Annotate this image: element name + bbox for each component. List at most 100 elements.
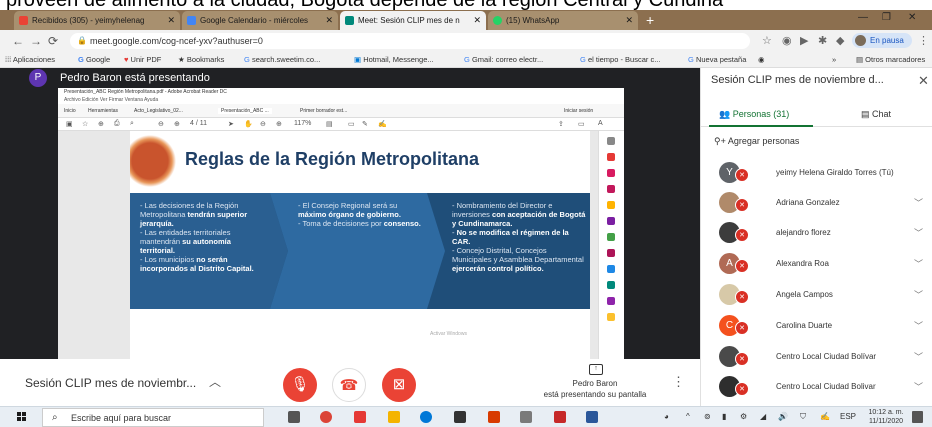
chevron-down-icon[interactable]: ﹀ (914, 319, 923, 332)
bookmark-icon[interactable]: ◉ (758, 55, 765, 64)
menu-icon[interactable]: ⋮ (918, 34, 929, 47)
camera-off-button[interactable]: ⊠ (382, 368, 416, 402)
profile-button[interactable]: En pausa (852, 33, 912, 48)
chrome-icon[interactable] (320, 411, 332, 423)
tab-label: (15) WhatsApp (506, 16, 560, 25)
tray-icon[interactable]: ⛉ (800, 412, 806, 422)
word-icon[interactable] (586, 411, 598, 423)
tab-chat[interactable]: ▤ Chat (861, 109, 891, 120)
bookmark-google[interactable]: G Google (78, 55, 110, 64)
list-item[interactable]: ✕ alejandro florez ﹀ (701, 220, 932, 246)
network-icon[interactable]: ◢ (760, 412, 766, 421)
tab-meet[interactable]: Meet: Sesión CLIP mes de n ✕ (340, 11, 486, 30)
zoom-level: 117% (294, 120, 312, 127)
bookmark-hotmail[interactable]: ▣ Hotmail, Messenge... (354, 55, 434, 64)
mic-off-button[interactable]: 🎙 (283, 368, 317, 402)
comment-icon (607, 201, 615, 209)
extension-icon[interactable]: ◉ (782, 34, 792, 47)
clock[interactable]: 10:12 a. m. 11/11/2020 (866, 408, 906, 426)
chevron-down-icon[interactable]: ﹀ (914, 196, 923, 209)
pen-icon[interactable]: ✍ (820, 412, 830, 421)
back-icon[interactable]: ← (12, 34, 24, 48)
app-icon[interactable] (354, 411, 366, 423)
close-icon[interactable]: ✕ (473, 15, 481, 26)
close-icon[interactable]: ✕ (918, 73, 929, 89)
more-options-icon[interactable]: ⋮ (672, 374, 685, 390)
language-indicator[interactable]: ESP (840, 412, 856, 421)
list-item[interactable]: ✕ Angela Campos ﹀ (701, 282, 932, 308)
slide-decoration (130, 131, 178, 191)
clock-time: 10:12 a. m. (868, 409, 904, 416)
extension-icon[interactable]: ▶ (800, 34, 808, 47)
bookmark-apps[interactable]: ⁞⁞⁞ Aplicaciones (5, 55, 55, 64)
file-explorer-icon[interactable] (388, 411, 400, 423)
windows-start-icon[interactable] (17, 412, 27, 422)
chevron-more-icon[interactable]: » (832, 55, 836, 64)
meeting-details-button[interactable]: Sesión CLIP mes de noviembr... (25, 376, 196, 390)
forward-icon[interactable]: → (30, 34, 42, 48)
chevron-down-icon[interactable]: ﹀ (914, 257, 923, 270)
list-item[interactable]: A ✕ Alexandra Roa ﹀ (701, 251, 932, 277)
hang-up-button[interactable]: ☎ (332, 368, 366, 402)
task-view-icon[interactable] (288, 411, 300, 423)
watermark-text: Activar Windows (430, 331, 467, 337)
new-tab-button[interactable]: + (646, 12, 654, 28)
taskbar-search-input[interactable]: ⌕ Escribe aquí para buscar (42, 408, 264, 427)
acrobat-tab: Primer borrador est... (300, 108, 348, 114)
share-icon: ⊕ (98, 121, 104, 128)
notifications-icon[interactable] (912, 411, 923, 423)
close-icon[interactable]: ✕ (167, 15, 175, 26)
read-icon: A (598, 120, 603, 127)
search-placeholder: Escribe aquí para buscar (71, 413, 172, 423)
chevron-up-icon[interactable]: ︿ (209, 373, 221, 390)
add-people-button[interactable]: ⚲+ Agregar personas (714, 136, 799, 147)
star-icon[interactable]: ☆ (762, 34, 772, 47)
bookmark-nueva-pestana[interactable]: G Nueva pestaña (688, 55, 746, 64)
slide-column-1: - Las decisiones de la Región Metropolit… (140, 201, 254, 273)
chevron-up-icon[interactable]: ^ (686, 412, 690, 421)
tab-calendar[interactable]: Google Calendario - miércoles ✕ (182, 11, 338, 30)
bookmark-sweetim[interactable]: G search.sweetim.co... (244, 55, 320, 64)
bookmark-gmail[interactable]: G Gmail: correo electr... (464, 55, 543, 64)
present-screen-icon[interactable]: ↑ (589, 364, 603, 375)
acrobat-icon[interactable] (554, 411, 566, 423)
bookmark-unir-pdf[interactable]: ♥ Unir PDF (124, 55, 161, 64)
chevron-down-icon[interactable]: ﹀ (914, 288, 923, 301)
chevron-down-icon[interactable]: ﹀ (914, 380, 923, 393)
extension-icon[interactable]: ✱ (818, 34, 827, 47)
list-item[interactable]: ✕ Adriana Gonzalez ﹀ (701, 190, 932, 216)
close-icon[interactable]: ✕ (325, 15, 333, 26)
tray-icon[interactable]: ⚙ (740, 412, 747, 421)
bookmark-other[interactable]: ▤ Otros marcadores (856, 55, 925, 64)
url-input[interactable]: 🔒 meet.google.com/cog-ncef-yxv?authuser=… (70, 33, 750, 49)
store-icon[interactable] (454, 411, 466, 423)
list-item[interactable]: C ✕ Carolina Duarte ﹀ (701, 313, 932, 339)
list-item[interactable]: Y ✕ yeimy Helena Giraldo Torres (Tú) (701, 160, 932, 186)
list-item[interactable]: ✕ Centro Local Ciudad Bolívar ﹀ (701, 344, 932, 370)
tray-icon[interactable]: ▮ (722, 412, 726, 421)
list-item[interactable]: ✕ Centro Local Ciudad Bolivar ﹀ (701, 374, 932, 400)
tray-icon[interactable]: ⊚ (704, 412, 711, 421)
tab-people[interactable]: 👥 Personas (31) (719, 109, 789, 120)
chevron-down-icon[interactable]: ﹀ (914, 350, 923, 363)
calendar-icon (187, 16, 196, 25)
close-icon[interactable]: ✕ (625, 15, 633, 26)
minimize-icon[interactable]: — (858, 12, 868, 23)
presenter-status: está presentando su pantalla (543, 390, 647, 399)
page-indicator: 4 / 11 (190, 120, 207, 127)
presenter-name: Pedro Baron (572, 379, 618, 388)
extensions-puzzle-icon[interactable]: ◆ (836, 34, 844, 47)
tray-app-icon[interactable]: ◕ (664, 412, 669, 421)
volume-icon[interactable]: 🔊 (778, 412, 788, 421)
edge-icon[interactable] (420, 411, 432, 423)
reload-icon[interactable]: ⟳ (48, 34, 58, 48)
close-window-icon[interactable]: ✕ (908, 12, 916, 23)
tab-whatsapp[interactable]: (15) WhatsApp ✕ (488, 11, 638, 30)
bookmark-bookmarks[interactable]: ★ Bookmarks (178, 55, 224, 64)
bookmark-el-tiempo[interactable]: G el tiempo - Buscar c... (580, 55, 660, 64)
maximize-icon[interactable]: ❐ (882, 12, 891, 23)
tab-gmail[interactable]: Recibidos (305) - yeimyhelenag ✕ (14, 11, 180, 30)
office-icon[interactable] (488, 411, 500, 423)
chevron-down-icon[interactable]: ﹀ (914, 226, 923, 239)
app-icon[interactable] (520, 411, 532, 423)
